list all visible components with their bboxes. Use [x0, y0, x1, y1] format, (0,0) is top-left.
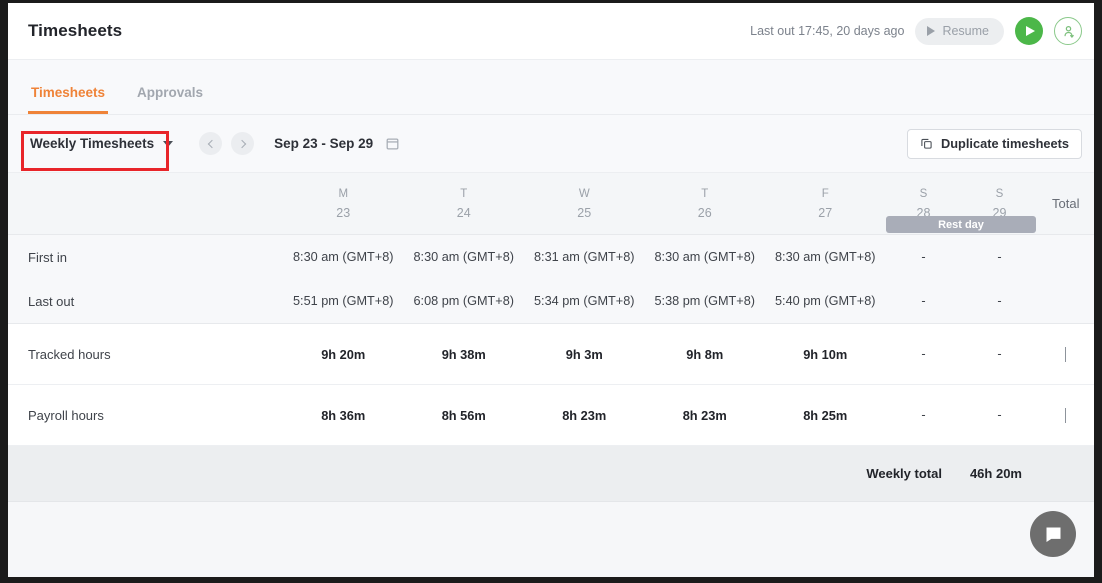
- resume-button-label: Resume: [942, 24, 989, 38]
- day-header-wed: W 25: [524, 188, 645, 220]
- day-of-week: T: [701, 187, 709, 200]
- cell-value: -: [921, 250, 926, 264]
- start-timer-button[interactable]: [1015, 17, 1043, 45]
- row-label: Tracked hours: [28, 346, 111, 362]
- day-of-week: M: [338, 187, 349, 200]
- chat-bubble-icon: [1046, 527, 1060, 542]
- rest-day-badge: Rest day: [886, 216, 1036, 233]
- calendar-picker-button[interactable]: [385, 136, 400, 151]
- cell-value: 8:31 am (GMT+8): [534, 250, 635, 264]
- total-column-header: Total: [1052, 196, 1080, 211]
- day-number: 26: [697, 205, 712, 220]
- chevron-down-icon: [1065, 347, 1067, 362]
- weekly-timesheets-dropdown[interactable]: Weekly Timesheets: [28, 131, 175, 156]
- day-header-tue: T 24: [404, 188, 525, 220]
- resume-button[interactable]: Resume: [915, 17, 1004, 45]
- cell-value: -: [921, 294, 926, 308]
- cell-value: 5:34 pm (GMT+8): [534, 294, 635, 308]
- table-row-tracked-hours: Tracked hours 9h 20m 9h 38m 9h 3m 9h 8m …: [8, 324, 1094, 385]
- tab-approvals[interactable]: Approvals: [134, 85, 206, 114]
- toolbar: Weekly Timesheets Sep 23 - Sep 29 Duplic…: [8, 115, 1094, 173]
- next-week-button[interactable]: [231, 132, 255, 155]
- chat-launcher-button[interactable]: [1030, 511, 1076, 557]
- cell-value: 5:38 pm (GMT+8): [654, 294, 755, 308]
- date-range-label: Sep 23 - Sep 29: [274, 136, 374, 151]
- row-label: Payroll hours: [28, 407, 104, 423]
- cell-value: 8:30 am (GMT+8): [654, 250, 755, 264]
- day-of-week: S: [995, 187, 1004, 200]
- day-header-sun: S 29: [962, 188, 1038, 220]
- day-of-week: S: [919, 187, 928, 200]
- cell-value: 8:30 am (GMT+8): [413, 250, 514, 264]
- tab-bar: Timesheets Approvals: [8, 60, 1094, 115]
- chevron-down-icon: [163, 140, 174, 147]
- cell-value: 9h 20m: [321, 346, 366, 362]
- day-number: 25: [577, 205, 592, 220]
- user-avatar-icon: [1063, 25, 1074, 38]
- day-number: 24: [456, 205, 471, 220]
- cell-value: 9h 10m: [803, 346, 848, 362]
- cell-value: -: [997, 250, 1002, 264]
- weekly-total-label: Weekly total: [866, 466, 942, 481]
- cell-value: 8h 56m: [441, 407, 486, 423]
- chevron-down-icon: [1065, 408, 1067, 423]
- table-row: Last out 5:51 pm (GMT+8) 6:08 pm (GMT+8)…: [8, 279, 1094, 323]
- cell-value: 9h 38m: [441, 346, 486, 362]
- day-header-mon: M 23: [283, 188, 404, 220]
- top-bar: Timesheets Last out 17:45, 20 days ago R…: [8, 3, 1094, 60]
- cell-value: 8:30 am (GMT+8): [293, 250, 394, 264]
- timesheet-table: M 23 T 24 W 25 T 26 F 27 S 28 S 29 Total…: [8, 173, 1094, 502]
- cell-value: 9h 8m: [686, 346, 724, 362]
- play-icon: [927, 26, 936, 36]
- copy-icon: [921, 138, 932, 149]
- day-of-week: F: [821, 187, 829, 200]
- table-row-payroll-hours: Payroll hours 8h 36m 8h 56m 8h 23m 8h 23…: [8, 385, 1094, 446]
- cell-value: 5:51 pm (GMT+8): [293, 294, 394, 308]
- row-label: Last out: [28, 293, 75, 309]
- day-number: 23: [336, 205, 351, 220]
- expand-payroll-hours-button[interactable]: [1038, 408, 1095, 423]
- weekly-timesheets-dropdown-label: Weekly Timesheets: [30, 136, 155, 151]
- cell-value: 8:30 am (GMT+8): [775, 250, 876, 264]
- cell-value: 8h 36m: [321, 407, 366, 423]
- table-row: First in 8:30 am (GMT+8) 8:30 am (GMT+8)…: [8, 235, 1094, 279]
- calendar-icon: [386, 138, 399, 150]
- cell-value: -: [997, 347, 1002, 361]
- weekly-total-row: Weekly total 46h 20m: [8, 446, 1094, 502]
- timesheets-app: Timesheets Last out 17:45, 20 days ago R…: [8, 3, 1094, 577]
- day-of-week: T: [460, 187, 468, 200]
- expand-tracked-hours-button[interactable]: [1038, 347, 1095, 362]
- day-of-week: W: [578, 187, 590, 200]
- cell-value: -: [921, 408, 926, 422]
- prev-week-button[interactable]: [199, 132, 223, 155]
- chevron-right-icon: [237, 139, 246, 148]
- top-bar-actions: Last out 17:45, 20 days ago Resume: [750, 17, 1082, 45]
- in-out-block: First in 8:30 am (GMT+8) 8:30 am (GMT+8)…: [8, 235, 1094, 324]
- cell-value: -: [921, 347, 926, 361]
- play-icon: [1026, 26, 1035, 36]
- duplicate-timesheets-label: Duplicate timesheets: [940, 136, 1069, 151]
- cell-value: 5:40 pm (GMT+8): [775, 294, 876, 308]
- weekly-total-value: 46h 20m: [969, 466, 1022, 481]
- table-header-row: M 23 T 24 W 25 T 26 F 27 S 28 S 29 Total…: [8, 173, 1094, 235]
- avatar[interactable]: [1054, 17, 1082, 45]
- day-header-thu: T 26: [645, 188, 766, 220]
- cell-value: -: [997, 294, 1002, 308]
- day-number: 27: [818, 205, 833, 220]
- cell-value: 8h 23m: [562, 407, 607, 423]
- last-out-status: Last out 17:45, 20 days ago: [750, 24, 905, 38]
- cell-value: 6:08 pm (GMT+8): [413, 294, 514, 308]
- tab-timesheets[interactable]: Timesheets: [28, 85, 109, 114]
- chevron-left-icon: [207, 139, 216, 148]
- cell-value: -: [997, 408, 1002, 422]
- duplicate-timesheets-button[interactable]: Duplicate timesheets: [906, 128, 1082, 159]
- row-label: First in: [28, 249, 67, 265]
- cell-value: 8h 25m: [803, 407, 848, 423]
- page-title: Timesheets: [28, 21, 123, 40]
- day-header-sat: S 28: [886, 188, 962, 220]
- day-header-fri: F 27: [765, 188, 886, 220]
- cell-value: 8h 23m: [682, 407, 727, 423]
- cell-value: 9h 3m: [565, 346, 603, 362]
